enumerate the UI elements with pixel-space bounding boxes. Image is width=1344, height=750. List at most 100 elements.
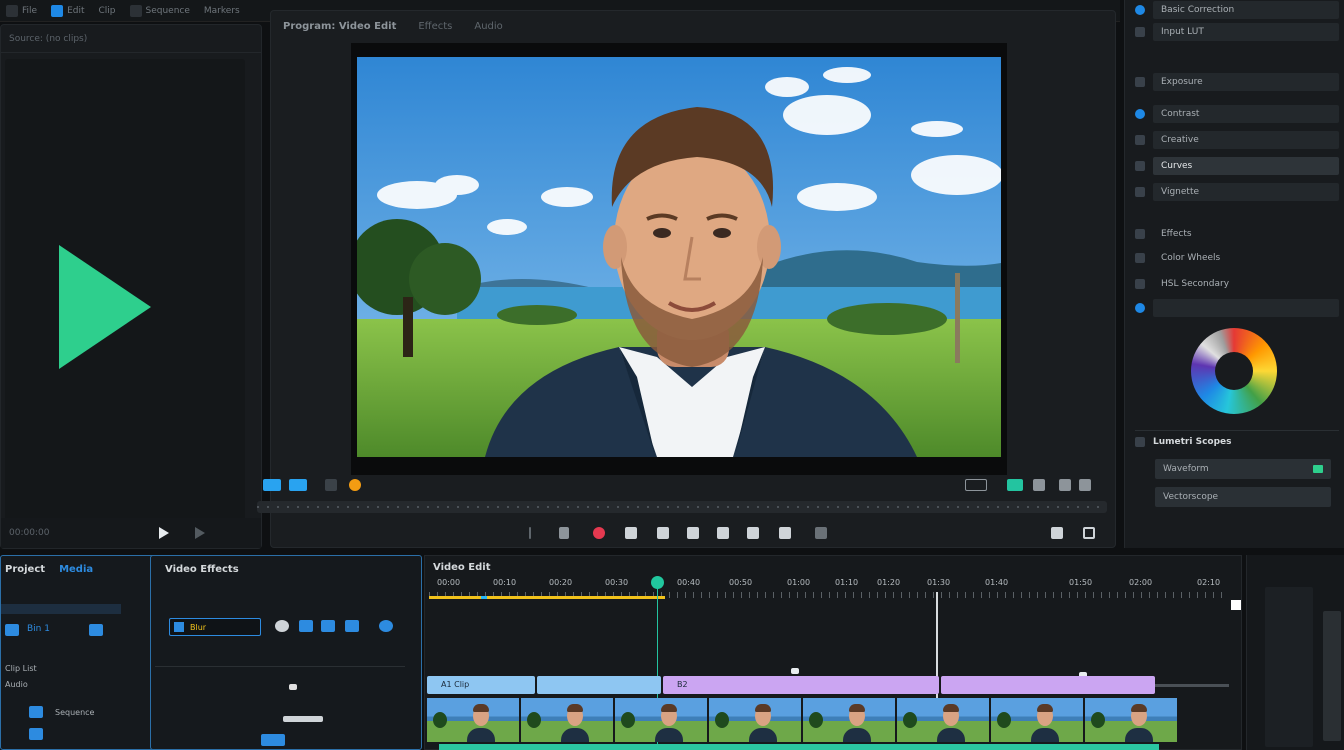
lumetri-color-panel: Basic Correction Input LUT Exposure Cont…: [1124, 0, 1344, 548]
clip-b2[interactable]: B2: [663, 676, 939, 694]
scope-type-select[interactable]: Waveform: [1155, 459, 1331, 479]
loop-button[interactable]: [717, 527, 729, 539]
thumbnail-detail: [943, 704, 959, 712]
ruler-label: 00:00: [437, 578, 461, 587]
clip-a2[interactable]: [537, 676, 661, 694]
color-wheel[interactable]: [1191, 328, 1277, 414]
menu-edit[interactable]: Edit: [51, 4, 85, 17]
step-back-button[interactable]: [625, 527, 637, 539]
color-icon: [1135, 303, 1145, 313]
program-viewer[interactable]: [351, 43, 1007, 475]
selected-bin-row[interactable]: [1, 604, 121, 614]
sequence-label[interactable]: Sequence: [55, 708, 94, 717]
overwrite-button[interactable]: [779, 527, 791, 539]
thumbnail-detail: [661, 704, 677, 712]
yuv-icon[interactable]: [379, 620, 393, 632]
lumetri-scopes-section: Lumetri Scopes Waveform Vectorscope: [1135, 430, 1339, 542]
accelerated-icon[interactable]: [321, 620, 335, 632]
settings-icon[interactable]: [1033, 479, 1045, 491]
clip-list-label[interactable]: Clip List: [5, 664, 37, 673]
clip-a1[interactable]: A1 Clip: [427, 676, 535, 694]
slider-icon: [1135, 77, 1145, 87]
scope-secondary-select[interactable]: Vectorscope: [1155, 487, 1331, 507]
safe-margins-icon[interactable]: [965, 479, 987, 491]
lift-button[interactable]: [815, 527, 827, 539]
menu-file[interactable]: File: [6, 4, 37, 17]
go-to-in-button[interactable]: [559, 527, 569, 539]
thumbnail-detail: [473, 704, 489, 712]
play-icon[interactable]: [59, 245, 151, 369]
inspector-row-input-lut[interactable]: Input LUT: [1135, 22, 1339, 42]
new-item-icon[interactable]: [261, 734, 285, 746]
sequence-title: Video Edit: [433, 562, 491, 573]
insert-button[interactable]: [747, 527, 759, 539]
source-monitor-view[interactable]: [5, 59, 245, 537]
media-tab[interactable]: Media: [59, 564, 93, 575]
ruler-label: 02:10: [1197, 578, 1221, 587]
audio-track[interactable]: [439, 744, 1159, 750]
tab-audio[interactable]: Audio: [474, 21, 502, 32]
compare-icon[interactable]: [1059, 479, 1071, 491]
record-button[interactable]: [593, 527, 605, 539]
playhead[interactable]: [651, 576, 664, 589]
menu-markers[interactable]: Markers: [204, 6, 240, 16]
play-button[interactable]: [159, 527, 170, 539]
folder-icon: [5, 624, 19, 636]
zoom-handle[interactable]: [1231, 600, 1241, 610]
ruler-label: 01:40: [985, 578, 1009, 587]
work-area-bar[interactable]: [429, 596, 665, 599]
inspector-row-contrast[interactable]: Contrast: [1135, 104, 1339, 124]
mark-in-icon[interactable]: [263, 479, 281, 491]
ruler-label: 01:30: [927, 578, 951, 587]
tab-program[interactable]: Program: Video Edit: [283, 21, 396, 32]
thumbnail-detail: [527, 712, 541, 728]
ruler-label: 01:50: [1069, 578, 1093, 587]
search-icon: [174, 622, 184, 632]
project-tab[interactable]: Project: [5, 564, 45, 575]
audio-meter-panel: [1246, 555, 1344, 750]
inspector-row-hsl[interactable]: HSL Secondary: [1135, 274, 1339, 294]
fullscreen-icon[interactable]: [1079, 479, 1091, 491]
step-forward-frame-button[interactable]: [687, 527, 699, 539]
trim-button[interactable]: [1051, 527, 1063, 539]
source-monitor-panel: Source: (no clips) 00:00:00: [0, 24, 262, 549]
work-area-handle[interactable]: [481, 596, 487, 599]
bin-label[interactable]: Bin 1: [27, 624, 50, 634]
inspector-row-curves[interactable]: Curves: [1135, 156, 1339, 176]
dropdown-icon: [1135, 135, 1145, 145]
32bit-icon[interactable]: [345, 620, 359, 632]
inspector-row-vignette[interactable]: Vignette: [1135, 182, 1339, 202]
inspector-row-exposure[interactable]: Exposure: [1135, 72, 1339, 92]
new-bin-icon[interactable]: [89, 624, 103, 636]
mark-out-icon[interactable]: [289, 479, 307, 491]
inspector-row-effects[interactable]: Effects: [1135, 224, 1339, 244]
effect-item[interactable]: [289, 684, 297, 690]
grid-icon[interactable]: [325, 479, 337, 491]
marker-icon[interactable]: [349, 479, 361, 491]
tab-effects[interactable]: Effects: [418, 21, 452, 32]
thumbnail-detail: [809, 712, 823, 728]
effects-search-input[interactable]: Blur: [169, 618, 261, 636]
clip-thumbnail: [709, 698, 801, 742]
clip-icon: [29, 706, 43, 718]
keyframe-icon[interactable]: [791, 668, 799, 674]
inspector-row-basic[interactable]: Basic Correction: [1135, 0, 1339, 20]
menu-clip[interactable]: Clip: [99, 6, 116, 16]
scopes-icon: [1135, 437, 1145, 447]
inspector-row-creative[interactable]: Creative: [1135, 130, 1339, 150]
effect-item[interactable]: [283, 716, 323, 722]
program-scrubber[interactable]: [257, 501, 1107, 513]
extract-button[interactable]: [1083, 527, 1095, 539]
thumbnail-detail: [561, 728, 589, 742]
clip-b3[interactable]: [941, 676, 1155, 694]
menu-sequence[interactable]: Sequence: [129, 4, 190, 17]
link-icon[interactable]: [275, 620, 289, 632]
inspector-row-color-wheels[interactable]: Color Wheels: [1135, 248, 1339, 268]
preset-icon[interactable]: [299, 620, 313, 632]
play-stop-button[interactable]: [657, 527, 669, 539]
export-frame-icon[interactable]: [1007, 479, 1023, 491]
thumbnail-detail: [715, 712, 729, 728]
step-forward-button[interactable]: [195, 527, 206, 539]
audio-label[interactable]: Audio: [5, 680, 28, 689]
dropdown-icon: [1135, 27, 1145, 37]
